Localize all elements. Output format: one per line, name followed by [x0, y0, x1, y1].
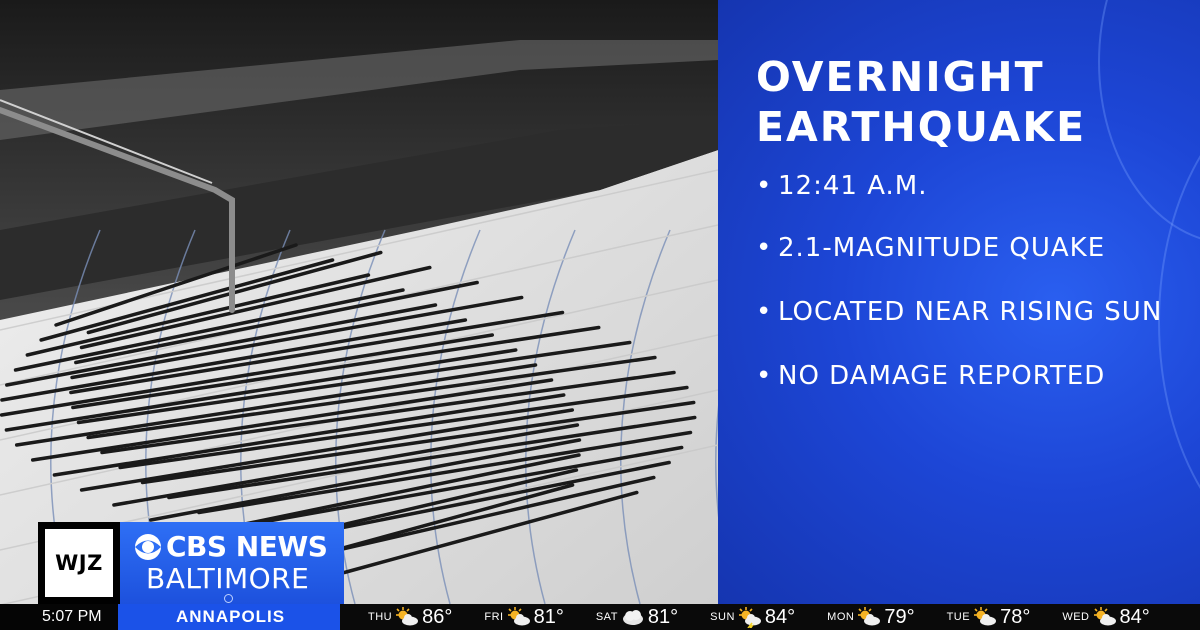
- forecast-temp: 84°: [764, 605, 796, 628]
- weather-ticker: 5:07 PM ANNAPOLIS THU 86° FRI 81° SAT 81° SUN 8…: [0, 604, 1200, 630]
- partly-sunny-icon: [858, 607, 881, 626]
- partly-sunny-icon: [396, 607, 419, 626]
- thunderstorm-icon: [738, 607, 761, 628]
- forecast-day-name: FRI: [484, 611, 504, 623]
- forecast-day: MON 79°: [805, 604, 914, 630]
- partly-sunny-icon: [974, 607, 997, 626]
- forecast-day: WED 84°: [1040, 604, 1149, 630]
- forecast-temp: 86°: [422, 605, 453, 628]
- info-panel: OVERNIGHT EARTHQUAKE 12:41 A.M. 2.1-MAGN…: [718, 0, 1200, 604]
- forecast-day-name: WED: [1062, 611, 1090, 623]
- forecast-day: THU 86°: [346, 604, 452, 630]
- forecast-day-name: SUN: [710, 611, 735, 623]
- headline-line-1: OVERNIGHT: [756, 53, 1045, 101]
- forecast-day-name: MON: [827, 611, 855, 623]
- forecast-temp: 78°: [1000, 605, 1031, 628]
- forecast-day-name: SAT: [595, 611, 618, 623]
- forecast-day: SUN 84°: [688, 604, 795, 630]
- forecast-temp: 79°: [884, 605, 915, 628]
- fact-magnitude: 2.1-MAGNITUDE QUAKE: [756, 230, 1186, 266]
- cbs-eye-icon: [135, 533, 161, 560]
- forecast-day: SAT 81°: [574, 604, 678, 630]
- station-logo: WJZ CBS NEWS BALTIMORE: [38, 522, 344, 604]
- fact-location: LOCATED NEAR RISING SUN: [756, 294, 1186, 330]
- seismograph-drawing: [0, 0, 718, 604]
- brand-name: CBS NEWS: [166, 530, 328, 563]
- fact-list: 12:41 A.M. 2.1-MAGNITUDE QUAKE LOCATED N…: [756, 168, 1186, 394]
- cloudy-icon: [622, 610, 643, 625]
- forecast-temp: 81°: [647, 605, 679, 628]
- forecast-day: TUE 78°: [925, 604, 1031, 630]
- forecast-day-name: THU: [368, 611, 393, 623]
- headline: OVERNIGHT EARTHQUAKE: [756, 52, 1086, 152]
- partly-sunny-icon: [507, 607, 530, 626]
- clock: 5:07 PM: [0, 604, 118, 630]
- forecast-strip: THU 86° FRI 81° SAT 81° SUN 84° MON 79° TUE 78° WED 8…: [346, 604, 1160, 630]
- news-frame: OVERNIGHT EARTHQUAKE 12:41 A.M. 2.1-MAGN…: [0, 0, 1200, 630]
- forecast-temp: 81°: [533, 605, 564, 628]
- headline-line-2: EARTHQUAKE: [756, 103, 1087, 151]
- cbs-news-baltimore-brand: CBS NEWS BALTIMORE: [120, 522, 344, 604]
- ticker-location: ANNAPOLIS: [118, 604, 340, 630]
- fact-damage: NO DAMAGE REPORTED: [756, 358, 1186, 394]
- seismograph-image: [0, 0, 718, 604]
- forecast-temp: 84°: [1119, 605, 1150, 628]
- fact-time: 12:41 A.M.: [756, 168, 1186, 204]
- wjz-badge: WJZ: [38, 522, 120, 604]
- forecast-day: FRI 81°: [462, 604, 563, 630]
- brand-dot: [224, 594, 233, 603]
- partly-sunny-icon: [1093, 607, 1116, 626]
- station-call-sign: WJZ: [55, 551, 103, 575]
- forecast-day-name: TUE: [946, 611, 971, 623]
- brand-city: BALTIMORE: [146, 562, 310, 595]
